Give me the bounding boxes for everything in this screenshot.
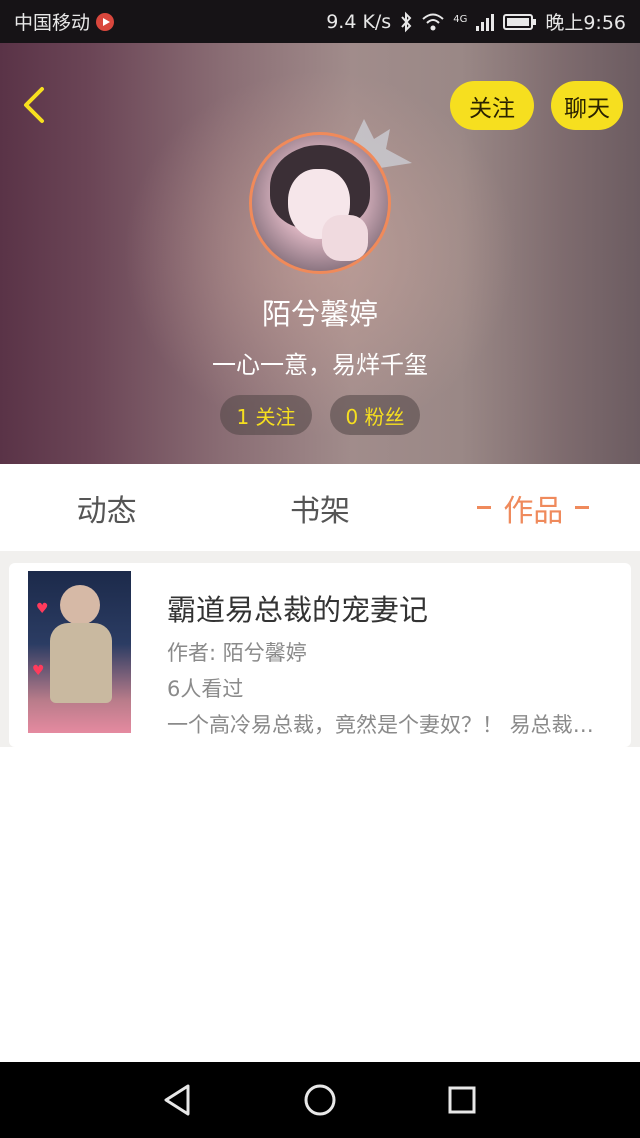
username: 陌兮馨婷 — [261, 297, 378, 331]
user-bio: 一心一意，易烊千玺 — [212, 351, 428, 379]
chat-button[interactable]: 聊天 — [551, 81, 623, 130]
home-circle-icon[interactable] — [302, 1080, 338, 1120]
follow-button[interactable]: 关注 — [450, 81, 534, 130]
profile-tabs: 动态 书架 作品 — [0, 464, 640, 551]
profile-header: 关注 聊天 陌兮馨婷 一心一意，易烊千玺 1 关注 0 粉丝 — [0, 43, 640, 464]
bluetooth-icon — [399, 11, 413, 33]
signal-icon — [475, 12, 495, 32]
heart-icon: ♥ — [36, 601, 49, 617]
work-card[interactable]: ♥ ♥ 霸道易总裁的宠妻记 作者: 陌兮馨婷 6人看过 一个高冷易总裁，竟然是个… — [9, 563, 631, 747]
status-bar: 中国移动 9.4 K/s 4G 晚上9:56 — [0, 0, 640, 43]
tab-works[interactable]: 作品 — [427, 464, 640, 551]
chevron-left-icon — [24, 87, 44, 123]
tab-activity[interactable]: 动态 — [0, 464, 213, 551]
back-button[interactable] — [14, 83, 54, 127]
wifi-icon — [421, 12, 445, 32]
following-count-button[interactable]: 1 关注 — [220, 395, 312, 435]
book-cover: ♥ ♥ — [28, 571, 131, 733]
recents-square-icon[interactable] — [444, 1080, 480, 1120]
fans-count-button[interactable]: 0 粉丝 — [330, 395, 420, 435]
active-tab-dash-left — [477, 506, 492, 509]
work-description: 一个高冷易总裁，竟然是个妻奴？！ 易总裁：这个妻子，我一定要宠到底 — [167, 713, 612, 737]
clock: 晚上9:56 — [545, 12, 626, 34]
work-views: 6人看过 — [167, 677, 244, 701]
battery-icon — [503, 13, 537, 31]
tab-bookshelf[interactable]: 书架 — [213, 464, 426, 551]
avatar[interactable] — [249, 132, 391, 274]
network-type: 4G — [453, 14, 468, 25]
heart-icon: ♥ — [32, 663, 45, 679]
system-nav-bar — [0, 1062, 640, 1138]
active-tab-dash-right — [575, 506, 590, 509]
tab-label: 作品 — [503, 493, 564, 529]
work-title: 霸道易总裁的宠妻记 — [167, 593, 429, 627]
work-author: 作者: 陌兮馨婷 — [167, 641, 307, 665]
carrier-info: 中国移动 — [14, 8, 115, 35]
tab-label: 书架 — [289, 493, 350, 529]
back-triangle-icon[interactable] — [160, 1080, 196, 1120]
network-speed: 9.4 K/s — [326, 10, 392, 33]
tab-label: 动态 — [76, 493, 137, 529]
carrier-app-icon — [96, 12, 115, 31]
section-divider — [0, 551, 640, 563]
carrier-name: 中国移动 — [14, 12, 91, 34]
